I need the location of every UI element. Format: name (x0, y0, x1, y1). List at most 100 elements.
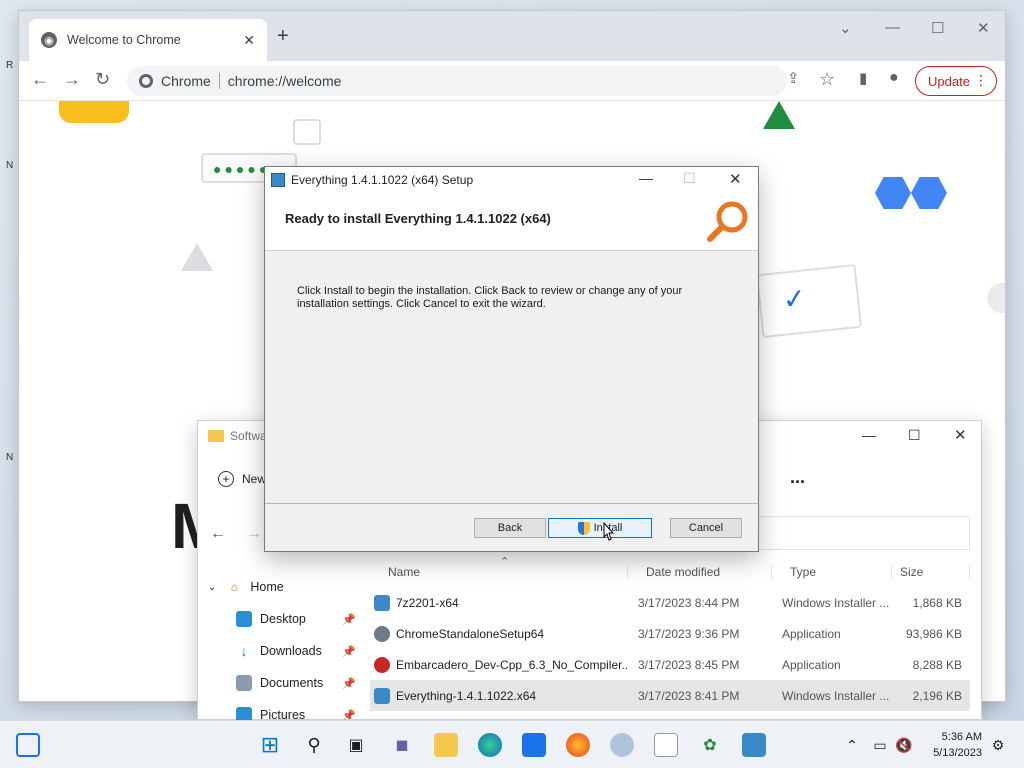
pin-icon: 📌 (342, 613, 356, 626)
profile-icon[interactable]: ● (889, 69, 899, 87)
search-icon[interactable]: ⚲ (302, 733, 326, 757)
cancel-button[interactable]: Cancel (670, 518, 742, 538)
bookmark-star-icon[interactable]: ☆ (819, 69, 835, 90)
file-row[interactable]: ChromeStandaloneSetup64 3/17/2023 9:36 P… (370, 618, 970, 649)
setup-icon[interactable] (742, 733, 766, 757)
file-date: 3/17/2023 9:36 PM (638, 626, 740, 641)
lock-illustration (293, 119, 321, 145)
file-size: 93,986 KB (905, 626, 962, 641)
forward-icon[interactable]: → (63, 69, 81, 90)
column-header-size[interactable]: Size (892, 565, 970, 579)
omnibox-divider (218, 73, 220, 89)
tab-welcome[interactable]: ◉ Welcome to Chrome ✕ (29, 19, 267, 61)
explorer-maximize-button[interactable]: ☐ (908, 427, 921, 444)
download-icon: ↓ (240, 643, 248, 659)
explorer-forward-icon[interactable]: → (246, 525, 262, 543)
new-button[interactable]: + New (218, 471, 266, 487)
explorer-title: Softwa (230, 429, 267, 443)
uac-shield-icon (577, 521, 590, 535)
setup-divider (265, 503, 758, 504)
explorer-close-button[interactable]: ✕ (954, 426, 967, 444)
minimize-button[interactable]: — (885, 19, 900, 36)
column-header-type[interactable]: Type (772, 565, 892, 579)
yellow-shape (59, 101, 129, 123)
setup-minimize-button[interactable]: — (639, 170, 653, 186)
network-icon[interactable]: ▭ (868, 733, 892, 757)
explorer-search-box[interactable] (758, 516, 970, 550)
notification-icon[interactable]: ⚙ (986, 733, 1010, 757)
file-list: Name Date modified Type Size 7z2201-x64 … (370, 557, 970, 711)
side-panel-icon[interactable]: ▮ (859, 69, 867, 87)
update-button[interactable]: Update ⋮ (915, 66, 997, 96)
file-date: 3/17/2023 8:45 PM (638, 657, 740, 672)
home-icon: ⌂ (230, 580, 239, 594)
file-name: Embarcadero_Dev-Cpp_6.3_No_Compiler... (396, 657, 628, 672)
sidebar-item-desktop[interactable]: Desktop 📌 (198, 603, 366, 635)
url-text[interactable]: chrome://welcome (228, 73, 342, 89)
more-options-button[interactable]: ... (790, 467, 805, 488)
chevron-up-icon[interactable]: ⌃ (840, 733, 864, 757)
notepad-icon[interactable] (654, 733, 678, 757)
globe-icon: ◉ (41, 32, 57, 48)
volume-mute-icon[interactable]: 🔇 (892, 733, 916, 757)
sidebar-item-label: Documents (260, 676, 324, 690)
start-icon[interactable]: ⊞ (258, 732, 282, 757)
reload-icon[interactable]: ↻ (95, 69, 110, 90)
store-icon[interactable] (522, 733, 546, 757)
installer-app-icon[interactable] (610, 733, 634, 757)
new-tab-button[interactable]: + (277, 25, 289, 48)
tab-search-icon[interactable]: ⌄ (839, 19, 852, 37)
file-type: Application (782, 626, 841, 641)
toolbar: ← → ↻ Chrome chrome://welcome ⇪ ☆ ▮ ● Up… (19, 61, 1005, 101)
task-view-icon[interactable]: ▣ (344, 733, 368, 757)
sidebar-item-downloads[interactable]: ↓ Downloads 📌 (198, 635, 366, 667)
setup-instructions: Click Install to begin the installation.… (297, 285, 683, 310)
file-name: 7z2201-x64 (396, 595, 459, 610)
maximize-button[interactable]: ☐ (931, 19, 944, 37)
file-row-selected[interactable]: Everything-1.4.1.1022.x64 3/17/2023 8:41… (370, 680, 970, 711)
chat-icon[interactable]: ◼ (390, 733, 414, 757)
file-row[interactable]: Embarcadero_Dev-Cpp_6.3_No_Compiler... 3… (370, 649, 970, 680)
folder-icon (208, 430, 224, 442)
omnibox[interactable]: Chrome chrome://welcome (127, 66, 787, 96)
share-icon[interactable]: ⇪ (787, 69, 800, 87)
desktop-icon (236, 611, 252, 627)
file-explorer-icon[interactable] (434, 733, 458, 757)
widgets-icon[interactable] (16, 733, 40, 757)
menu-icon[interactable]: ⋮ (974, 72, 988, 89)
update-label: Update (928, 73, 970, 89)
setup-titlebar: Everything 1.4.1.1022 (x64) Setup — ☐ ✕ (265, 167, 758, 193)
pin-icon: 📌 (342, 677, 356, 690)
close-button[interactable]: ✕ (977, 19, 990, 37)
column-header-date[interactable]: Date modified (628, 565, 772, 579)
devcpp-file-icon (374, 656, 390, 673)
msi-file-icon (374, 594, 390, 611)
gray-triangle (181, 243, 213, 271)
file-name: Everything-1.4.1.1022.x64 (396, 688, 537, 703)
site-label: Chrome (161, 73, 211, 89)
tab-close-button[interactable]: ✕ (243, 32, 255, 49)
file-name: ChromeStandaloneSetup64 (396, 626, 545, 641)
file-type: Windows Installer ... (782, 595, 890, 610)
game-icon[interactable]: ✿ (698, 733, 722, 757)
edge-icon[interactable] (478, 733, 502, 757)
plus-circle-icon: + (218, 471, 234, 487)
explorer-back-icon[interactable]: ← (210, 525, 226, 543)
setup-close-button[interactable]: ✕ (729, 170, 742, 188)
back-button[interactable]: Back (474, 518, 546, 538)
file-type: Windows Installer ... (782, 688, 890, 703)
file-size: 1,868 KB (912, 595, 962, 610)
clock[interactable]: 5:36 AM 5/13/2023 (933, 729, 982, 761)
explorer-minimize-button[interactable]: — (862, 427, 876, 443)
file-row[interactable]: 7z2201-x64 3/17/2023 8:44 PM Windows Ins… (370, 587, 970, 618)
chevron-down-icon[interactable]: ⌄ (208, 582, 216, 593)
firefox-icon[interactable] (566, 733, 590, 757)
back-icon[interactable]: ← (31, 69, 49, 90)
sidebar-item-home[interactable]: ⌄ ⌂ Home (198, 571, 366, 603)
column-header-name[interactable]: Name (370, 565, 628, 579)
tab-strip: ◉ Welcome to Chrome ✕ + ⌄ — ☐ ✕ (19, 11, 1005, 61)
sidebar-item-documents[interactable]: Documents 📌 (198, 667, 366, 699)
setup-heading: Ready to install Everything 1.4.1.1022 (… (285, 211, 551, 226)
clock-time: 5:36 AM (941, 731, 982, 743)
magnifier-icon (707, 201, 748, 242)
